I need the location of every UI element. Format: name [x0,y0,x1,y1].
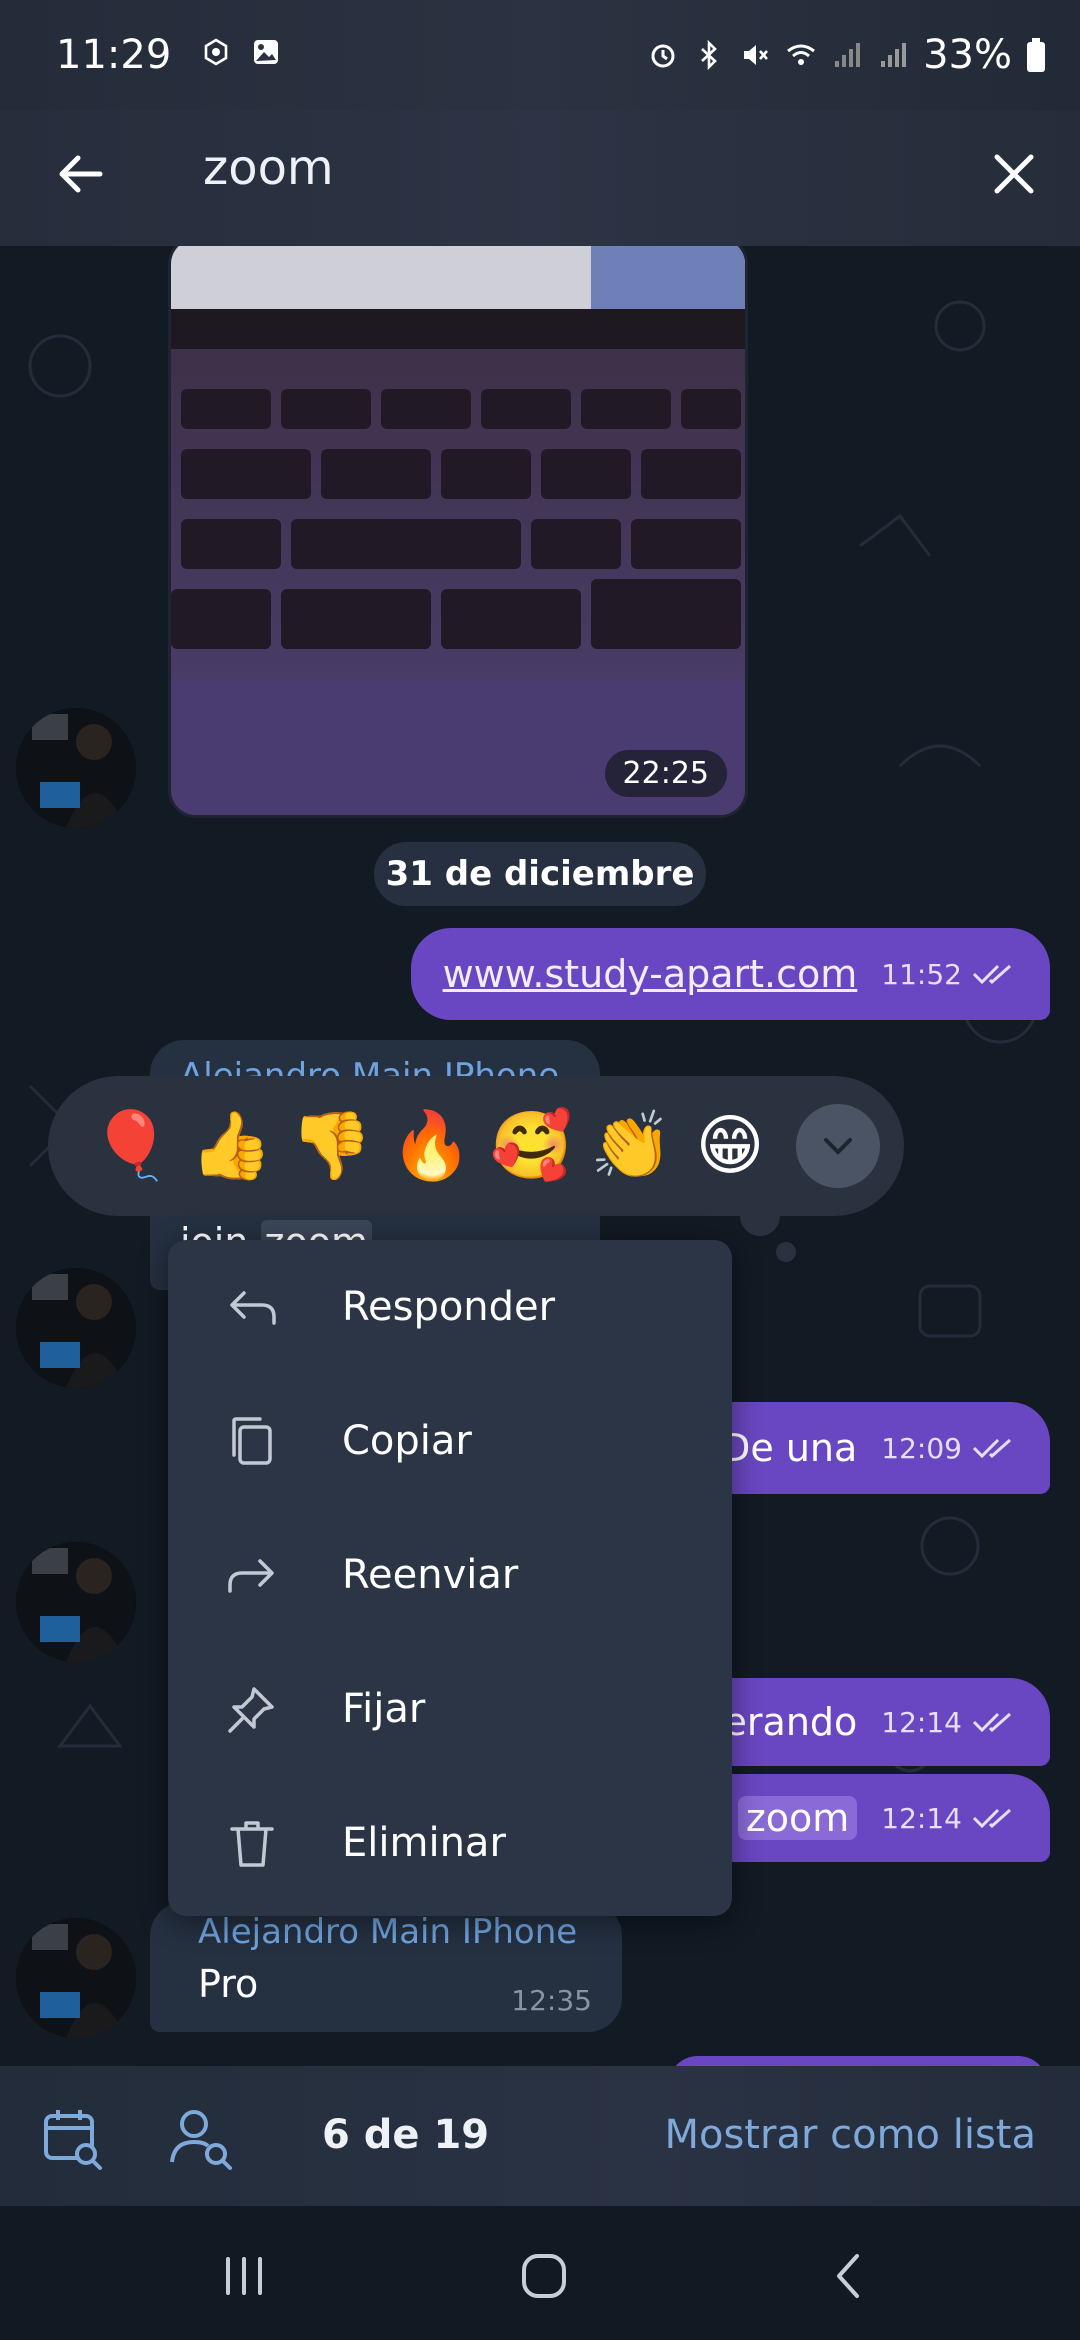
menu-item-copy[interactable]: Copiar [168,1374,732,1508]
menu-item-reply[interactable]: Responder [168,1240,732,1374]
avatar[interactable] [16,1918,136,2038]
recent-apps-icon [226,2257,262,2295]
reaction-fire[interactable]: 🔥 [390,1106,472,1186]
contact-photo [16,1918,136,2038]
status-time: 11:29 [56,32,172,78]
menu-label: Copiar [342,1418,472,1464]
keyboard-photo [171,246,745,815]
double-check-icon [972,964,1011,985]
forward-icon [228,1559,274,1593]
message-time: 11:52 [881,957,962,991]
gallery-icon [254,40,278,64]
copy-icon [232,1417,272,1465]
avatar[interactable] [16,708,136,828]
reply-icon [230,1291,276,1325]
avatar[interactable] [16,1542,136,1662]
contact-photo [16,1542,136,1662]
alarm-icon [651,44,675,68]
arrow-left-icon [59,155,103,193]
double-check-icon [972,1438,1011,1459]
delete-icon [230,1821,274,1867]
menu-item-delete[interactable]: Eliminar [168,1776,732,1910]
reaction-bar: 🎈 👍 👎 🔥 🥰 👏 😁 [48,1076,904,1216]
avatar[interactable] [16,1268,136,1388]
outgoing-message[interactable]: www.study-apart.com 11:52 [410,928,1050,1020]
reaction-balloon[interactable]: 🎈 [90,1106,172,1186]
search-highlight: zoom [737,1796,858,1840]
secure-folder-icon [204,38,228,66]
bluetooth-icon [701,39,717,71]
wifi-icon [787,44,816,65]
menu-item-pin[interactable]: Fijar [168,1642,732,1776]
message-time: 12:14 [881,1705,962,1739]
sender-name: Alejandro Main IPhone [198,1912,578,1952]
contact-photo [16,1268,136,1388]
outgoing-message[interactable]: l zoom 12:14 [687,1774,1050,1862]
reaction-tail-dot [776,1242,796,1262]
menu-label: Reenviar [342,1552,519,1598]
reaction-clap[interactable]: 👏 [590,1106,672,1186]
search-input[interactable]: zoom [203,140,334,196]
menu-label: Eliminar [342,1820,506,1866]
reaction-thumbs-up[interactable]: 👍 [190,1106,272,1186]
user-search-icon[interactable] [166,2104,236,2174]
signal-icon-2 [881,43,907,67]
outgoing-message [668,2056,1048,2066]
back-button[interactable] [44,138,116,210]
outgoing-message[interactable]: De una 12:09 [689,1402,1050,1494]
calendar-search-icon[interactable] [38,2104,108,2174]
reaction-tail-dot [740,1196,780,1236]
message-time: 12:09 [881,1431,962,1465]
reaction-hearts-face[interactable]: 🥰 [490,1106,572,1186]
message-text: Pro [198,1962,259,2006]
chevron-down-icon [824,1138,852,1155]
home-icon [522,2254,566,2298]
context-menu: Responder Copiar Reenviar Fijar Eliminar [168,1240,732,1916]
photo-message[interactable]: 22:25 [168,246,748,818]
expand-reactions-button[interactable] [796,1104,880,1188]
back-nav-button[interactable] [808,2236,888,2316]
photo-timestamp: 22:25 [604,750,727,797]
incoming-message[interactable]: Alejandro Main IPhone Pro 12:35 [150,1902,622,2032]
double-check-icon [972,1808,1011,1829]
date-separator: 31 de diciembre [374,842,706,906]
message-link[interactable]: www.study-apart.com [443,952,858,996]
outgoing-message[interactable]: erando 12:14 [691,1678,1050,1766]
home-button[interactable] [504,2236,584,2316]
message-time: 12:35 [511,1984,592,2017]
menu-label: Fijar [342,1686,426,1732]
signal-icon [835,43,861,67]
search-header: zoom [0,110,1080,246]
double-check-icon [972,1712,1011,1733]
pin-icon [228,1687,274,1733]
message-text: De una [721,1426,858,1470]
mute-icon [744,45,769,65]
message-time: 12:14 [881,1801,962,1835]
chevron-left-icon [837,2254,859,2298]
menu-label: Responder [342,1284,556,1330]
status-bar: 11:29 33% [0,0,1080,110]
close-icon [994,154,1034,194]
message-text: erando [723,1700,858,1744]
recent-apps-button[interactable] [204,2236,284,2316]
close-search-button[interactable] [978,138,1050,210]
battery-icon [1027,38,1045,72]
search-footer: 6 de 19 Mostrar como lista [0,2066,1080,2206]
reaction-thumbs-down[interactable]: 👎 [290,1106,372,1186]
reaction-grin[interactable]: 😁 [690,1106,770,1186]
battery-percent: 33% [923,32,1012,78]
contact-photo [16,708,136,828]
show-as-list-button[interactable]: Mostrar como lista [664,2112,1036,2158]
search-result-counter: 6 de 19 [322,2112,490,2158]
menu-item-forward[interactable]: Reenviar [168,1508,732,1642]
system-nav-bar [0,2206,1080,2340]
